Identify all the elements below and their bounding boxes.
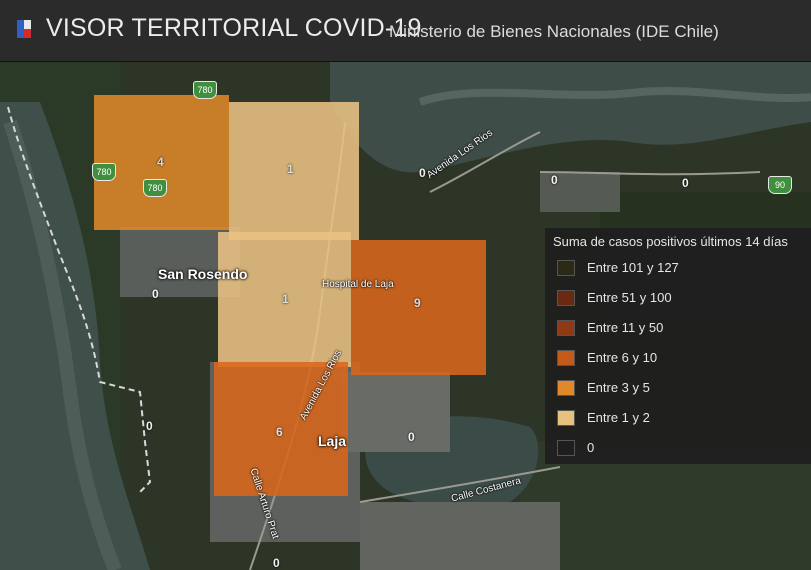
legend-swatch (557, 350, 575, 366)
place-san-rosendo: San Rosendo (158, 266, 248, 282)
place-laja: Laja (318, 433, 347, 449)
route-shield-icon: 780 (92, 163, 116, 181)
zero-label: 0 (419, 166, 426, 180)
legend-item: Entre 51 y 100 (555, 288, 805, 308)
legend-item: Entre 11 y 50 (555, 318, 805, 338)
legend-label: Entre 3 y 5 (587, 380, 650, 395)
legend-item: Entre 101 y 127 (555, 258, 805, 278)
legend-label: Entre 6 y 10 (587, 350, 658, 365)
zero-label: 0 (408, 430, 415, 444)
cell-value: 4 (157, 155, 164, 169)
legend-swatch (557, 260, 575, 276)
route-shield-icon: 780 (193, 81, 217, 99)
zero-label: 0 (273, 556, 280, 570)
cell-value: 1 (287, 162, 294, 176)
cell-value: 1 (282, 292, 289, 306)
legend-item: Entre 1 y 2 (555, 408, 805, 428)
legend-item: Entre 6 y 10 (555, 348, 805, 368)
map-cell-9[interactable]: 9 (351, 240, 486, 375)
legend-swatch (557, 320, 575, 336)
app-header: VISOR TERRITORIAL COVID-19 Ministerio de… (0, 0, 811, 62)
legend-label: 0 (587, 440, 595, 455)
chile-flag-icon (17, 20, 31, 38)
route-shield-icon: 90 (768, 176, 792, 194)
app-subtitle: Ministerio de Bienes Nacionales (IDE Chi… (389, 22, 719, 41)
legend-label: Entre 51 y 100 (587, 290, 672, 305)
legend-label: Entre 1 y 2 (587, 410, 650, 425)
zero-label: 0 (146, 419, 153, 433)
map-cell-1b[interactable]: 1 (218, 232, 351, 367)
legend-swatch (557, 290, 575, 306)
app-title: VISOR TERRITORIAL COVID-19 (46, 14, 422, 42)
zero-label: 0 (682, 176, 689, 190)
legend-label: Entre 101 y 127 (587, 260, 679, 275)
zero-label: 0 (551, 173, 558, 187)
legend-item: 0 (555, 438, 805, 458)
legend-item: Entre 3 y 5 (555, 378, 805, 398)
place-hospital-laja: Hospital de Laja (322, 279, 394, 290)
zero-label: 0 (152, 287, 159, 301)
legend-title: Suma de casos positivos últimos 14 días (553, 234, 788, 249)
cell-value: 9 (414, 296, 421, 310)
legend-label: Entre 11 y 50 (587, 320, 664, 335)
legend-swatch (557, 440, 575, 456)
legend-swatch (557, 410, 575, 426)
route-shield-icon: 780 (143, 179, 167, 197)
cell-value: 6 (276, 425, 283, 439)
map-legend: Suma de casos positivos últimos 14 días … (545, 228, 811, 464)
legend-swatch (557, 380, 575, 396)
map-cell-1a[interactable]: 1 (229, 102, 359, 240)
